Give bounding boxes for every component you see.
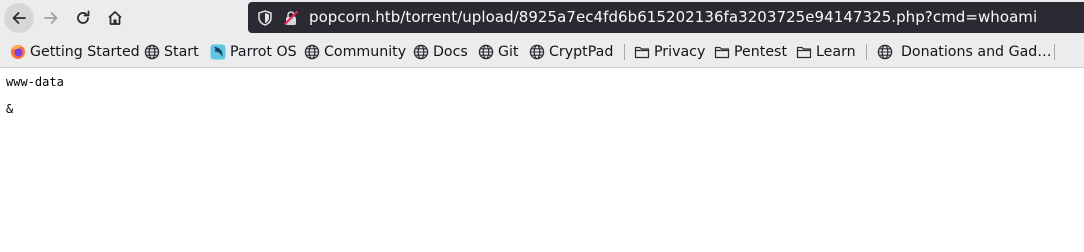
bookmark-start[interactable]: Start	[144, 36, 199, 67]
folder-icon	[634, 46, 650, 58]
bookmark-label: Start	[164, 43, 199, 60]
arrow-right-icon	[44, 12, 58, 24]
bookmark-cryptpad[interactable]: CryptPad	[529, 36, 613, 67]
globe-icon	[304, 44, 320, 59]
globe-icon	[877, 44, 893, 59]
bookmark-docs[interactable]: Docs	[413, 36, 468, 67]
bookmark-label: CryptPad	[549, 43, 614, 60]
address-bar[interactable]: popcorn.htb/torrent/upload/8925a7ec4fd6b…	[248, 2, 1084, 33]
bookmark-folder-pentest[interactable]: Pentest	[714, 36, 787, 67]
globe-icon	[478, 44, 494, 59]
bookmark-label: Learn	[816, 43, 856, 60]
bookmark-community[interactable]: Community	[304, 36, 406, 67]
url-text: popcorn.htb/torrent/upload/8925a7ec4fd6b…	[309, 8, 1038, 26]
bookmark-separator	[1054, 44, 1055, 60]
output-remainder: &	[6, 102, 14, 116]
shield-icon[interactable]	[258, 10, 272, 26]
bookmark-label: Community	[324, 43, 407, 60]
bookmark-separator	[866, 44, 867, 60]
bookmark-label: Pentest	[734, 43, 788, 60]
insecure-lock-icon[interactable]	[283, 10, 299, 26]
back-button[interactable]	[4, 3, 34, 33]
bookmark-label: Donations and Gad…	[901, 43, 1052, 60]
forward-button[interactable]	[36, 3, 66, 33]
bookmark-label: Privacy	[654, 43, 706, 60]
home-button[interactable]	[100, 3, 130, 33]
folder-icon	[796, 46, 812, 58]
bookmark-git[interactable]: Git	[478, 36, 519, 67]
firefox-icon	[11, 44, 25, 59]
globe-icon	[413, 44, 429, 59]
bookmark-label: Docs	[433, 43, 468, 60]
reload-icon	[77, 10, 90, 24]
bookmark-label: Getting Started	[30, 43, 140, 60]
browser-toolbar: popcorn.htb/torrent/upload/8925a7ec4fd6b…	[0, 0, 1084, 36]
bookmark-getting-started[interactable]: Getting Started	[10, 36, 140, 67]
globe-icon	[529, 44, 545, 59]
command-output: www-data	[6, 75, 64, 89]
parrot-icon	[210, 44, 226, 59]
globe-icon	[144, 44, 160, 59]
bookmark-folder-learn[interactable]: Learn	[796, 36, 856, 67]
bookmark-label: Git	[498, 43, 519, 60]
reload-button[interactable]	[68, 3, 98, 33]
home-icon	[108, 11, 122, 25]
folder-icon	[714, 46, 730, 58]
bookmarks-toolbar: Getting Started Start Parrot OS Communit…	[0, 36, 1084, 68]
bookmark-donations[interactable]: Donations and Gad…	[877, 36, 1051, 67]
bookmark-label: Parrot OS	[230, 43, 297, 60]
bookmark-folder-privacy[interactable]: Privacy	[634, 36, 705, 67]
bookmark-separator	[624, 44, 625, 60]
arrow-left-icon	[12, 12, 26, 24]
bookmark-parrot-os[interactable]: Parrot OS	[210, 36, 297, 67]
